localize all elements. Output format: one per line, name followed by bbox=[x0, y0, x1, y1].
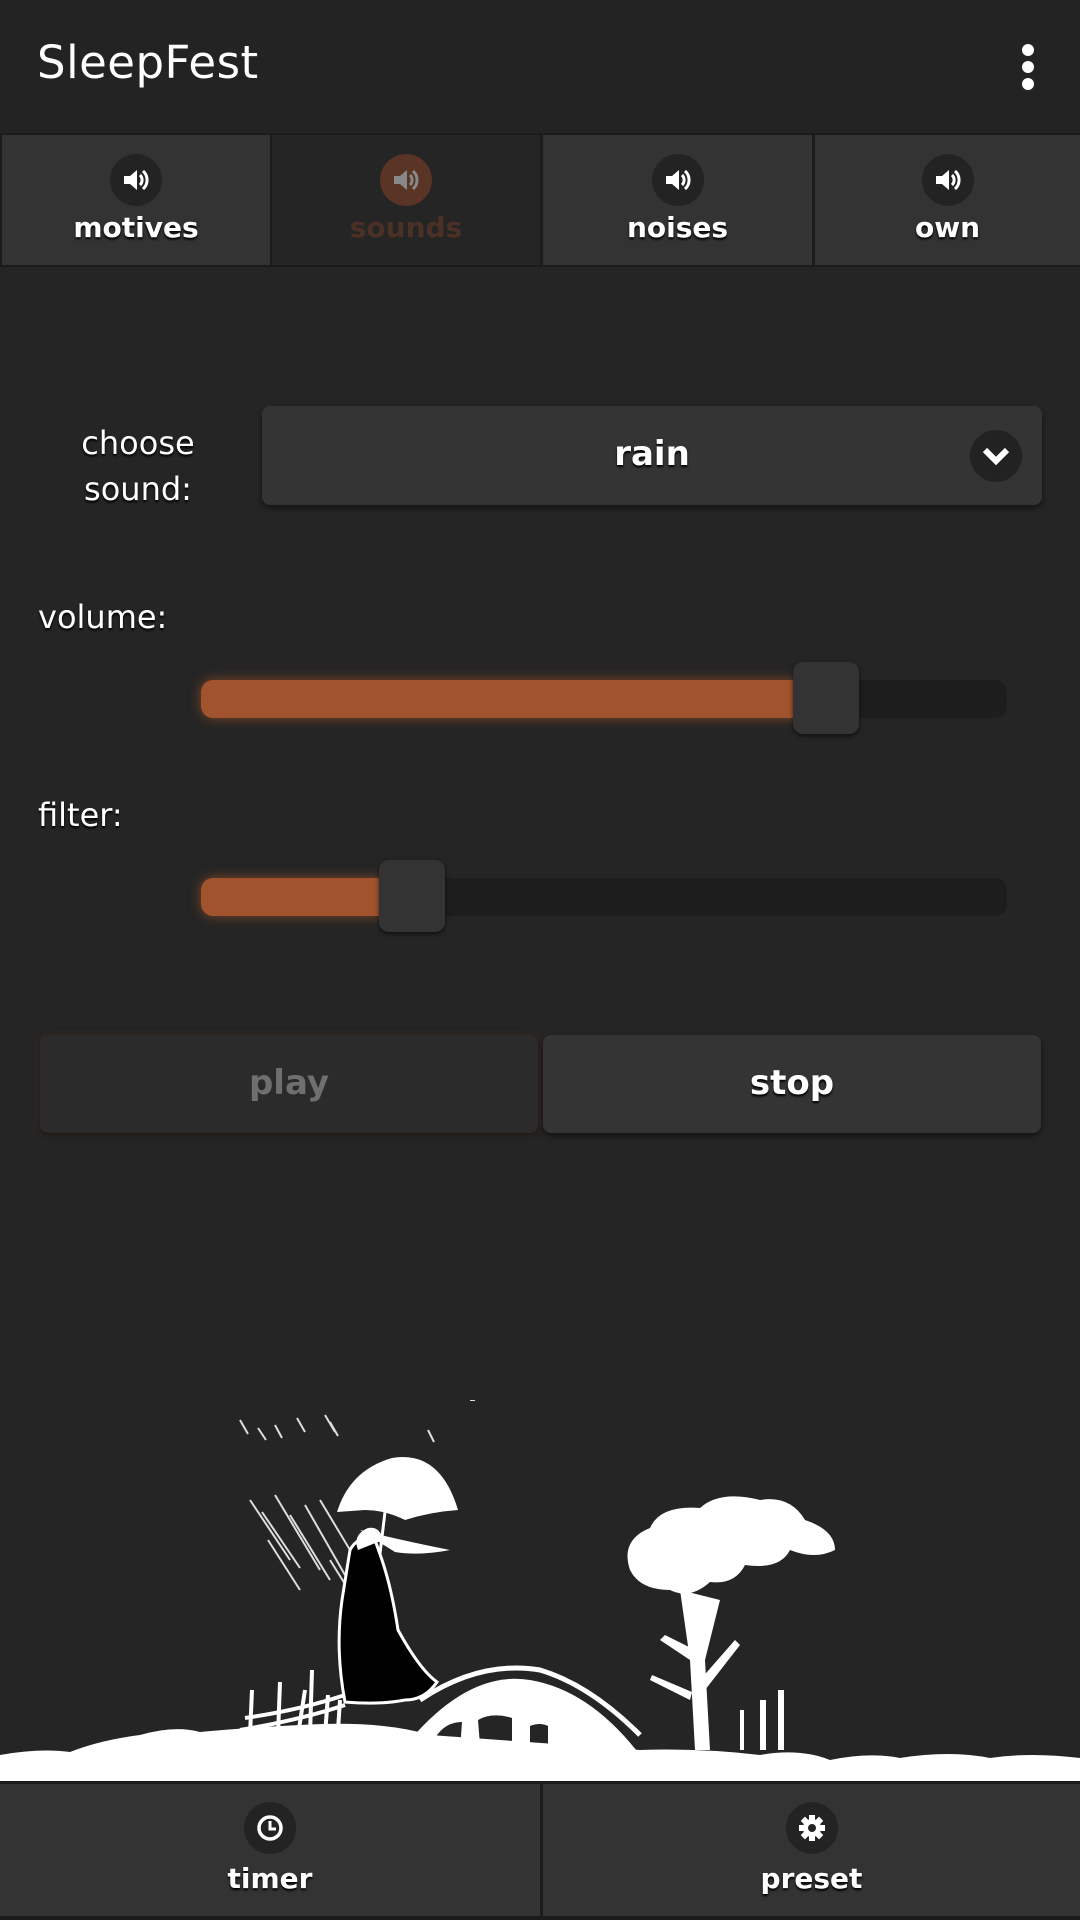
filter-label: filter: bbox=[38, 796, 123, 834]
tab-sounds[interactable]: sounds bbox=[272, 135, 540, 265]
stop-button-label: stop bbox=[749, 1063, 835, 1103]
more-vert-icon-dot bbox=[1022, 78, 1034, 90]
category-tabs: motives sounds noises own bbox=[0, 133, 1080, 267]
more-vert-icon-dot bbox=[1022, 44, 1034, 56]
speaker-icon bbox=[110, 154, 162, 206]
filter-slider-thumb[interactable] bbox=[378, 860, 445, 932]
preset-button[interactable]: preset bbox=[543, 1784, 1080, 1916]
app-bar: SleepFest bbox=[0, 0, 1080, 132]
clock-icon bbox=[244, 1802, 296, 1854]
tab-label: own bbox=[914, 211, 981, 244]
volume-label: volume: bbox=[38, 598, 168, 636]
timer-button[interactable]: timer bbox=[0, 1784, 540, 1916]
tree bbox=[627, 1496, 835, 1750]
chevron-down-icon[interactable] bbox=[970, 430, 1022, 482]
sound-dropdown[interactable]: rain bbox=[262, 406, 1042, 505]
gear-icon bbox=[785, 1802, 838, 1854]
tab-label: sounds bbox=[349, 211, 463, 244]
umbrella bbox=[337, 1457, 458, 1520]
more-options-button[interactable] bbox=[1010, 42, 1046, 92]
volume-slider-thumb[interactable] bbox=[793, 662, 859, 734]
tab-motives[interactable]: motives bbox=[2, 135, 270, 265]
sound-dropdown-value: rain bbox=[614, 434, 690, 474]
rain-illustration bbox=[0, 1400, 1080, 1782]
tab-label: noises bbox=[626, 211, 729, 244]
volume-slider[interactable] bbox=[201, 662, 1007, 734]
choose-sound-label-line1: choose bbox=[81, 424, 195, 462]
choose-sound-label-line2: sound: bbox=[84, 470, 192, 508]
tab-noises[interactable]: noises bbox=[543, 135, 812, 265]
more-vert-icon-dot bbox=[1022, 61, 1034, 73]
choose-sound-label: choose sound: bbox=[48, 420, 228, 512]
girl-silhouette bbox=[337, 1537, 440, 1705]
stop-button[interactable]: stop bbox=[543, 1035, 1041, 1133]
tab-label: motives bbox=[73, 211, 199, 244]
tab-own[interactable]: own bbox=[815, 135, 1080, 265]
play-button-label: play bbox=[248, 1063, 330, 1103]
filter-slider[interactable] bbox=[201, 860, 1007, 932]
volume-slider-fill bbox=[201, 680, 826, 718]
preset-label: preset bbox=[760, 1862, 863, 1895]
play-button[interactable]: play bbox=[40, 1035, 538, 1133]
bottom-bar: timer preset bbox=[0, 1781, 1080, 1920]
speaker-icon bbox=[921, 154, 974, 206]
app-title: SleepFest bbox=[37, 36, 259, 89]
speaker-icon bbox=[380, 154, 432, 206]
speaker-icon bbox=[651, 154, 704, 206]
timer-label: timer bbox=[227, 1862, 313, 1895]
